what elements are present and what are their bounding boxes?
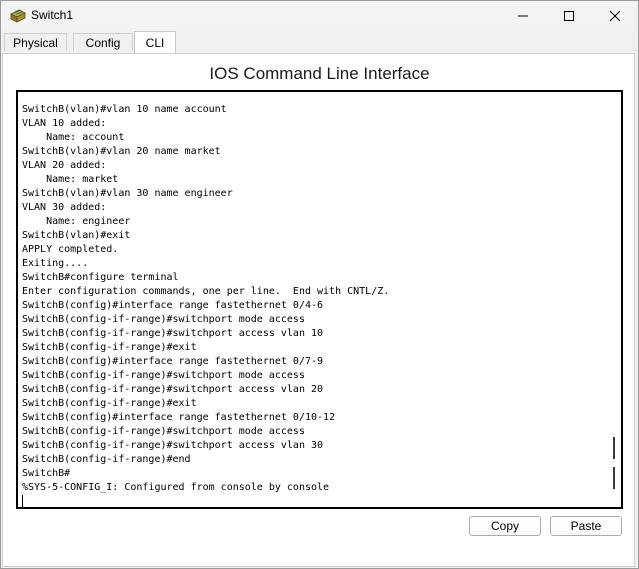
console-line: VLAN 10 added: [22, 118, 107, 129]
cli-panel: IOS Command Line Interface SwitchB(vlan)… [2, 53, 635, 567]
maximize-button[interactable] [546, 1, 592, 31]
scrollbar-thumb[interactable] [613, 437, 615, 459]
console-line: SwitchB(config-if-range)#exit [22, 398, 197, 409]
console-line: SwitchB(vlan)#exit [22, 230, 131, 241]
close-button[interactable] [592, 1, 638, 31]
paste-button[interactable]: Paste [550, 516, 622, 536]
console-line: APPLY completed. [22, 244, 119, 255]
console-line: SwitchB# [22, 468, 71, 479]
console-line: VLAN 30 added: [22, 202, 107, 213]
minimize-button[interactable] [500, 1, 546, 31]
console-line: SwitchB(vlan)#vlan 20 name market [22, 146, 221, 157]
console-line: SwitchB(vlan)#vlan 10 name account [22, 104, 227, 115]
console-line: SwitchB(config-if-range)#switchport mode… [22, 314, 305, 325]
console-line: SwitchB(config-if-range)#switchport mode… [22, 370, 305, 381]
console-line: SwitchB(config-if-range)#switchport acce… [22, 384, 324, 395]
console-line: SwitchB(vlan)#vlan 30 name engineer [22, 188, 233, 199]
console-line: Exiting.... [22, 258, 89, 269]
console-line: Name: market [22, 174, 119, 185]
console-line: SwitchB(config-if-range)#switchport acce… [22, 440, 324, 451]
tab-cli[interactable]: CLI [134, 31, 176, 53]
cli-console[interactable]: SwitchB(vlan)#vlan 10 name account VLAN 1… [16, 90, 623, 509]
copy-button[interactable]: Copy [469, 516, 541, 536]
console-line: SwitchB(config)#interface range fastethe… [22, 356, 324, 367]
window-title: Switch1 [31, 8, 74, 22]
console-line: SwitchB(config-if-range)#switchport acce… [22, 328, 324, 339]
title-bar[interactable]: Switch1 [1, 1, 638, 31]
console-line: SwitchB(config)#interface range fastethe… [22, 300, 324, 311]
console-line: SwitchB(config)#interface range fastethe… [22, 412, 336, 423]
minimize-icon [518, 15, 528, 17]
close-icon [609, 10, 621, 22]
scrollbar-thumb-lower[interactable] [613, 467, 615, 489]
maximize-icon [564, 11, 574, 21]
console-line: Enter configuration commands, one per li… [22, 286, 390, 297]
switch-device-icon [10, 9, 26, 23]
console-line: SwitchB(config-if-range)#switchport mode… [22, 426, 305, 437]
panel-title: IOS Command Line Interface [209, 64, 430, 83]
console-line: VLAN 20 added: [22, 160, 107, 171]
console-output: SwitchB(vlan)#vlan 10 name account VLAN 1… [22, 103, 389, 495]
console-line: SwitchB(config-if-range)#exit [22, 342, 197, 353]
tab-physical[interactable]: Physical [4, 33, 67, 51]
tab-config[interactable]: Config [73, 33, 133, 51]
console-line: SwitchB#configure terminal [22, 272, 179, 283]
text-cursor [22, 495, 23, 507]
console-line: SwitchB(config-if-range)#end [22, 454, 191, 465]
console-line: %SYS-5-CONFIG_I: Configured from console… [22, 482, 330, 493]
tab-bar: Physical Config CLI [1, 31, 638, 53]
console-line: Name: account [22, 132, 125, 143]
app-window: Switch1 Physical Config CLI IOS Command … [0, 0, 639, 569]
console-line: Name: engineer [22, 216, 131, 227]
